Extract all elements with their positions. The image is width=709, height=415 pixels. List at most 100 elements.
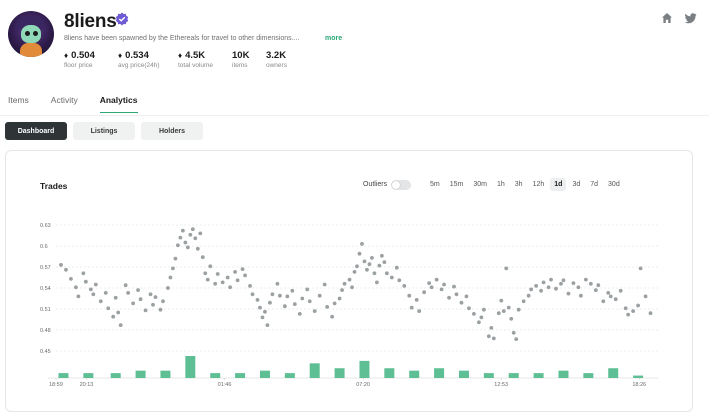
trade-point [601,299,606,304]
tab-analytics[interactable]: Analytics [99,95,138,113]
trade-point [417,309,422,313]
volume-bar [110,373,121,378]
trade-point [340,288,344,292]
stat-total-volume: ♦ 4.5K total volume [178,50,220,69]
trade-point [459,300,464,305]
trade-point [148,292,153,297]
trade-point [195,246,200,251]
eth-icon: ♦ [178,51,183,60]
trade-point [516,307,521,312]
trade-point [389,275,394,280]
trade-point [422,290,427,295]
trade-point [626,312,631,317]
subtab-dashboard[interactable]: Dashboard [5,122,67,140]
trade-point [643,294,648,299]
stat-value: 10K [232,50,250,61]
trade-point [496,311,501,316]
trade-point [593,288,598,292]
trade-point [454,292,459,297]
volume-bar [508,373,519,378]
volume-bar [210,373,221,378]
trade-point [74,285,78,290]
trade-point [613,297,618,302]
trade-point [220,280,225,285]
trade-point [265,323,270,327]
trade-point [138,297,143,302]
trade-point [123,283,128,288]
trade-point [407,293,412,298]
x-tick-label: 12:53 [494,382,508,388]
trade-point [203,271,208,276]
trade-point [409,305,414,310]
collection-title: 8liens [64,11,117,32]
trade-point [367,262,372,267]
home-icon[interactable] [661,12,673,24]
header-icons [661,12,697,24]
trade-point [476,320,481,325]
trade-point [76,294,81,299]
trade-point [549,277,553,282]
trade-point [501,309,506,313]
trade-point [255,298,260,302]
trade-point [370,256,374,260]
trade-point [467,306,471,311]
trade-point [168,275,173,280]
volume-bar [83,373,94,378]
trade-point [91,292,96,297]
trade-point [576,285,581,290]
subtab-listings[interactable]: Listings [73,122,135,140]
tab-divider [0,115,709,116]
trade-point [337,296,342,301]
trade-point [183,240,188,245]
trade-point [131,301,136,306]
trade-point [504,266,509,271]
trade-point [491,336,496,341]
more-link[interactable]: more [325,35,342,42]
volume-bar [284,373,295,378]
trade-point [285,294,290,299]
trade-point [529,287,534,292]
trade-point [312,309,317,313]
trade-point [208,264,213,269]
trade-point [277,293,282,298]
stat-value: 3.2K [266,50,287,61]
volume-bar [633,375,644,378]
twitter-icon[interactable] [685,12,697,24]
y-tick-label: 0.57 [40,265,51,271]
trade-point [402,284,407,288]
subtab-holders[interactable]: Holders [141,122,203,140]
trade-point [103,291,108,295]
volume-bar [185,356,196,378]
trade-point [372,271,377,276]
trade-point [546,285,551,290]
trade-point [275,281,280,286]
trade-point [292,302,297,306]
trade-point [185,245,190,250]
trade-point [118,323,123,327]
trade-point [158,307,163,312]
trade-point [638,266,643,271]
trade-point [350,285,354,290]
trade-point [69,277,73,281]
volume-bar [259,370,270,378]
trade-point [81,271,86,276]
trade-point [384,271,389,276]
trades-chart: 0.63 0.6 0.57 0.54 0.51 0.48 0.45 18:59 20:13 01:… [40,223,658,388]
trade-point [188,232,193,237]
trade-point [394,265,399,270]
trade-point [479,315,484,320]
volume-bar [483,373,494,378]
trade-point [268,300,272,305]
trade-point [541,280,546,285]
trade-point [578,293,583,298]
trade-point [143,308,148,313]
tab-items[interactable]: Items [8,95,29,113]
y-tick-label: 0.6 [40,244,48,250]
volume-bar [384,368,395,378]
tab-activity[interactable]: Activity [51,95,78,113]
trade-point [136,288,140,292]
stat-value: 0.504 [71,50,95,61]
trade-point [521,299,526,304]
avatar-face [21,25,41,43]
stat-value: 4.5K [185,50,206,61]
